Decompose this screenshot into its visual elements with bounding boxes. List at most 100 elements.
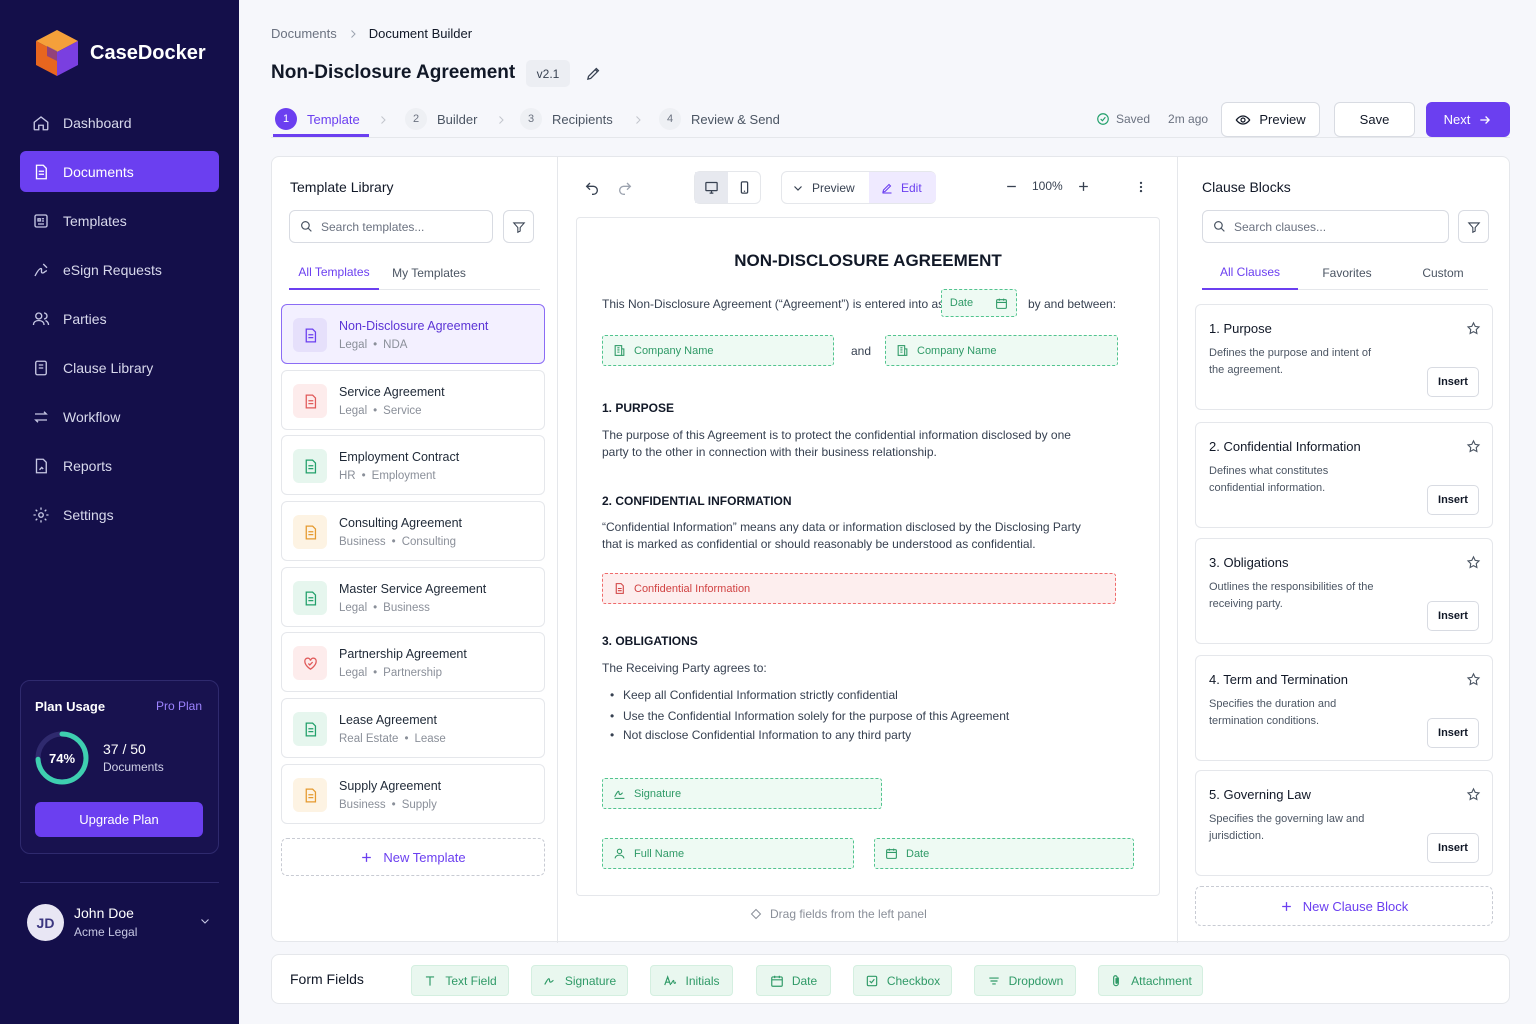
tab-favorites[interactable]: Favorites <box>1302 256 1392 290</box>
sidebar: CaseDocker Dashboard Documents Templates… <box>0 0 239 1024</box>
step-review-send[interactable]: 4 Review & Send <box>659 108 780 130</box>
sidebar-item-workflow[interactable]: Workflow <box>20 396 219 437</box>
tab-all-clauses[interactable]: All Clauses <box>1202 256 1298 290</box>
template-name: Employment Contract <box>339 450 460 464</box>
template-item[interactable]: Partnership Agreement Legal • Partnership <box>281 632 545 692</box>
chevron-down-icon[interactable] <box>199 915 211 927</box>
date-field[interactable]: Date <box>941 289 1017 317</box>
template-item[interactable]: Employment Contract HR • Employment <box>281 435 545 495</box>
step-builder[interactable]: 2 Builder <box>405 108 477 130</box>
star-icon[interactable] <box>1466 555 1481 570</box>
insert-clause-button[interactable]: Insert <box>1427 718 1479 748</box>
clause-card[interactable]: 2. Confidential Information Defines what… <box>1195 422 1493 528</box>
tab-my-templates[interactable]: My Templates <box>385 256 473 290</box>
step-recipients[interactable]: 3 Recipients <box>520 108 613 130</box>
step-number: 3 <box>520 108 542 130</box>
template-name: Lease Agreement <box>339 713 437 727</box>
star-icon[interactable] <box>1466 787 1481 802</box>
signature-field[interactable]: Signature <box>602 778 882 809</box>
template-icon <box>293 449 327 483</box>
tab-all-templates[interactable]: All Templates <box>289 256 379 290</box>
desktop-view-button[interactable] <box>695 172 728 203</box>
clause-card[interactable]: 4. Term and Termination Specifies the du… <box>1195 655 1493 761</box>
field-chip-attachment[interactable]: Attachment <box>1098 965 1203 996</box>
chip-label: Checkbox <box>886 973 941 988</box>
undo-icon[interactable] <box>584 179 600 195</box>
home-icon <box>32 114 50 132</box>
field-chip-dropdown[interactable]: Dropdown <box>974 965 1076 996</box>
sidebar-item-label: Settings <box>63 506 114 523</box>
company-name-field[interactable]: Company Name <box>885 335 1118 366</box>
zoom-in-icon[interactable] <box>1077 180 1090 193</box>
template-item[interactable]: Non-Disclosure Agreement Legal • NDA <box>281 304 545 364</box>
sidebar-item-clause-library[interactable]: Clause Library <box>20 347 219 388</box>
field-chip-initials[interactable]: Initials <box>650 965 733 996</box>
document-icon <box>302 458 319 475</box>
divider <box>1177 157 1178 943</box>
company-name-field[interactable]: Company Name <box>602 335 834 366</box>
sidebar-item-documents[interactable]: Documents <box>20 151 219 192</box>
template-item[interactable]: Service Agreement Legal • Service <box>281 370 545 430</box>
step-label: Builder <box>437 111 478 127</box>
sidebar-item-dashboard[interactable]: Dashboard <box>20 102 219 143</box>
sidebar-item-esign[interactable]: eSign Requests <box>20 249 219 290</box>
template-category: Legal <box>339 339 368 351</box>
sidebar-item-label: Reports <box>63 457 113 474</box>
star-icon[interactable] <box>1466 672 1481 687</box>
template-item[interactable]: Lease Agreement Real Estate • Lease <box>281 698 545 758</box>
field-chip-signature[interactable]: Signature <box>531 965 628 996</box>
confidential-information-field[interactable]: Confidential Information <box>602 573 1116 604</box>
field-label: Date <box>949 297 974 309</box>
template-item[interactable]: Supply Agreement Business • Supply <box>281 764 545 824</box>
signature-date-field[interactable]: Date <box>874 838 1134 869</box>
chip-label: Text Field <box>445 973 497 988</box>
more-options-icon[interactable] <box>1134 179 1148 195</box>
save-button[interactable]: Save <box>1334 102 1415 137</box>
tab-custom[interactable]: Custom <box>1398 256 1488 290</box>
mobile-view-button[interactable] <box>728 172 761 203</box>
plan-tier[interactable]: Pro Plan <box>156 699 202 713</box>
brand[interactable]: CaseDocker <box>34 28 206 78</box>
redo-icon[interactable] <box>617 179 633 195</box>
breadcrumb-documents[interactable]: Documents <box>271 26 337 41</box>
sidebar-item-templates[interactable]: Templates <box>20 200 219 241</box>
clause-search-input[interactable]: Search clauses... <box>1202 210 1449 243</box>
field-chip-checkbox[interactable]: Checkbox <box>853 965 952 996</box>
clause-description: Specifies the duration and termination c… <box>1209 698 1337 727</box>
sidebar-item-reports[interactable]: Reports <box>20 445 219 486</box>
upgrade-plan-button[interactable]: Upgrade Plan <box>35 802 203 837</box>
sidebar-item-parties[interactable]: Parties <box>20 298 219 339</box>
calendar-icon <box>770 974 784 988</box>
template-subcategory: Employment <box>371 470 436 482</box>
insert-clause-button[interactable]: Insert <box>1427 833 1479 863</box>
edit-title-icon[interactable] <box>585 65 602 82</box>
clause-card[interactable]: 3. Obligations Outlines the responsibili… <box>1195 538 1493 644</box>
next-button[interactable]: Next <box>1426 102 1510 137</box>
document-canvas[interactable]: NON-DISCLOSURE AGREEMENT This Non-Disclo… <box>576 217 1160 896</box>
full-name-field[interactable]: Full Name <box>602 838 854 869</box>
new-template-button[interactable]: New Template <box>281 838 545 876</box>
insert-clause-button[interactable]: Insert <box>1427 601 1479 631</box>
mode-edit-button[interactable]: Edit <box>869 172 936 203</box>
clause-filter-button[interactable] <box>1458 210 1489 243</box>
field-chip-date[interactable]: Date <box>756 965 831 996</box>
template-filter-button[interactable] <box>503 210 534 243</box>
clause-card[interactable]: 5. Governing Law Specifies the governing… <box>1195 770 1493 876</box>
sidebar-item-settings[interactable]: Settings <box>20 494 219 535</box>
insert-clause-button[interactable]: Insert <box>1427 367 1479 397</box>
field-chip-text[interactable]: Text Field <box>411 965 509 996</box>
star-icon[interactable] <box>1466 439 1481 454</box>
user-menu[interactable]: JD John Doe Acme Legal <box>20 882 219 962</box>
clause-card[interactable]: 1. Purpose Defines the purpose and inten… <box>1195 304 1493 410</box>
insert-clause-button[interactable]: Insert <box>1427 485 1479 515</box>
step-template[interactable]: 1 Template <box>275 108 360 130</box>
zoom-out-icon[interactable] <box>1005 180 1018 193</box>
template-item[interactable]: Consulting Agreement Business • Consulting <box>281 501 545 561</box>
template-name: Consulting Agreement <box>339 516 462 530</box>
new-clause-block-button[interactable]: New Clause Block <box>1195 886 1493 926</box>
preview-button[interactable]: Preview <box>1221 102 1320 137</box>
star-icon[interactable] <box>1466 321 1481 336</box>
template-search-input[interactable]: Search templates... <box>289 210 493 243</box>
mode-preview-button[interactable]: Preview <box>792 172 866 203</box>
template-item[interactable]: Master Service Agreement Legal • Business <box>281 567 545 627</box>
